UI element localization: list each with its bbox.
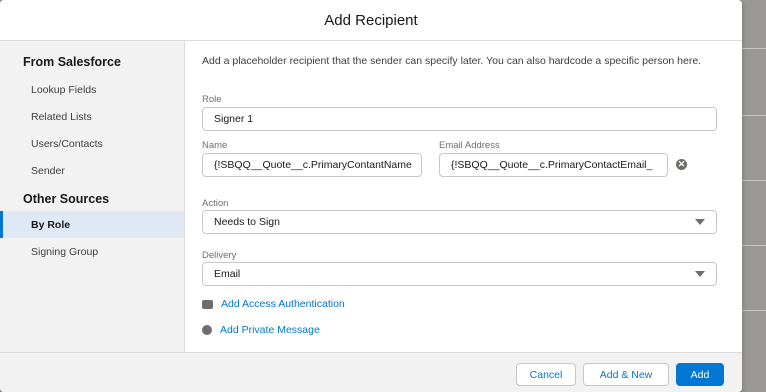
add-recipient-modal: Add Recipient From Salesforce Lookup Fie… bbox=[0, 0, 742, 392]
lock-icon bbox=[202, 299, 213, 309]
action-select[interactable]: Needs to Sign bbox=[202, 210, 717, 234]
sidebar-item-sender[interactable]: Sender bbox=[0, 157, 184, 184]
add-button[interactable]: Add bbox=[676, 363, 724, 386]
add-private-message-link[interactable]: Add Private Message bbox=[202, 324, 320, 336]
sidebar-item-signing-group[interactable]: Signing Group bbox=[0, 238, 184, 265]
modal-footer: Cancel Add & New Add bbox=[0, 352, 742, 392]
sidebar-item-users-contacts[interactable]: Users/Contacts bbox=[0, 130, 184, 157]
sidebar-item-by-role[interactable]: By Role bbox=[0, 211, 184, 238]
name-input[interactable]: {!SBQQ__Quote__c.PrimaryContantName bbox=[202, 153, 422, 177]
delivery-select[interactable]: Email bbox=[202, 262, 717, 286]
add-private-message-label: Add Private Message bbox=[220, 324, 320, 336]
sidebar-heading-other-sources: Other Sources bbox=[23, 192, 110, 206]
sidebar-item-lookup-fields[interactable]: Lookup Fields bbox=[0, 76, 184, 103]
chat-icon bbox=[202, 325, 212, 335]
email-input[interactable]: {!SBQQ__Quote__c.PrimaryContactEmail_ bbox=[439, 153, 668, 177]
modal-title: Add Recipient bbox=[324, 11, 418, 29]
sidebar-heading-from-salesforce: From Salesforce bbox=[23, 55, 121, 69]
add-access-authentication-label: Add Access Authentication bbox=[221, 298, 345, 310]
chevron-down-icon bbox=[695, 271, 705, 277]
recipient-form: Add a placeholder recipient that the sen… bbox=[185, 41, 742, 352]
sidebar-item-related-lists[interactable]: Related Lists bbox=[0, 103, 184, 130]
role-input[interactable]: Signer 1 bbox=[202, 107, 717, 131]
cancel-button[interactable]: Cancel bbox=[516, 363, 576, 386]
role-label: Role bbox=[202, 94, 222, 105]
clear-icon[interactable]: ✕ bbox=[676, 159, 687, 170]
form-description: Add a placeholder recipient that the sen… bbox=[202, 55, 702, 67]
name-label: Name bbox=[202, 140, 228, 151]
delivery-select-value: Email bbox=[214, 268, 241, 280]
modal-body: From Salesforce Lookup Fields Related Li… bbox=[0, 41, 742, 352]
email-label: Email Address bbox=[439, 140, 500, 151]
delivery-label: Delivery bbox=[202, 250, 237, 261]
action-select-value: Needs to Sign bbox=[214, 216, 280, 228]
chevron-down-icon bbox=[695, 219, 705, 225]
add-and-new-button[interactable]: Add & New bbox=[583, 363, 669, 386]
add-access-authentication-link[interactable]: Add Access Authentication bbox=[202, 298, 345, 310]
recipient-source-sidebar: From Salesforce Lookup Fields Related Li… bbox=[0, 41, 185, 352]
action-label: Action bbox=[202, 198, 229, 209]
modal-header: Add Recipient bbox=[0, 0, 742, 41]
